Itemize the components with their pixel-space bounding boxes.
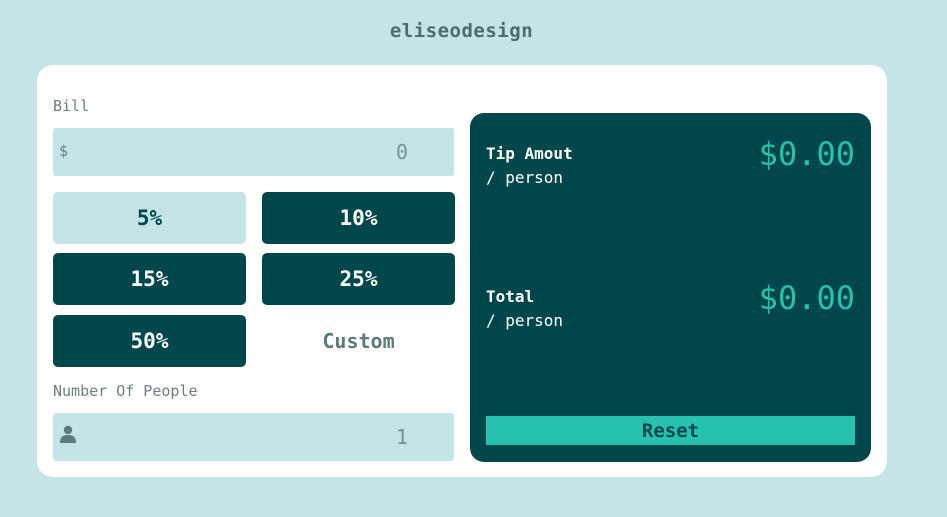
tip-5-button[interactable]: 5%	[53, 192, 246, 244]
tip-50-button[interactable]: 50%	[53, 315, 246, 367]
dollar-icon: $	[59, 142, 69, 160]
tip-25-button[interactable]: 25%	[262, 253, 455, 305]
reset-button[interactable]: Reset	[486, 416, 855, 445]
people-value: 1	[395, 425, 408, 449]
bill-label: Bill	[53, 97, 90, 115]
total-label: Total	[486, 287, 535, 306]
total-value: $0.00	[758, 279, 855, 317]
tip-amount-label: Tip Amout	[486, 144, 573, 163]
people-input[interactable]: 1	[53, 413, 454, 461]
tip-15-button[interactable]: 15%	[53, 253, 246, 305]
bill-input[interactable]: $ 0	[53, 128, 454, 176]
total-per-person-label: / person	[486, 311, 564, 330]
person-icon	[60, 425, 76, 443]
bill-value: 0	[395, 140, 408, 164]
custom-tip-input[interactable]: Custom	[262, 315, 455, 367]
tip-per-person-label: / person	[486, 168, 564, 187]
results-panel: Tip Amout / person $0.00 Total / person …	[470, 113, 871, 462]
tip-10-button[interactable]: 10%	[262, 192, 455, 244]
calculator-card: Bill $ 0 5% 10% 15% 25% 50% Custom Numbe…	[37, 65, 887, 477]
people-label: Number Of People	[53, 382, 198, 400]
brand-title: eliseodesign	[389, 20, 534, 42]
tip-amount-value: $0.00	[758, 135, 855, 173]
